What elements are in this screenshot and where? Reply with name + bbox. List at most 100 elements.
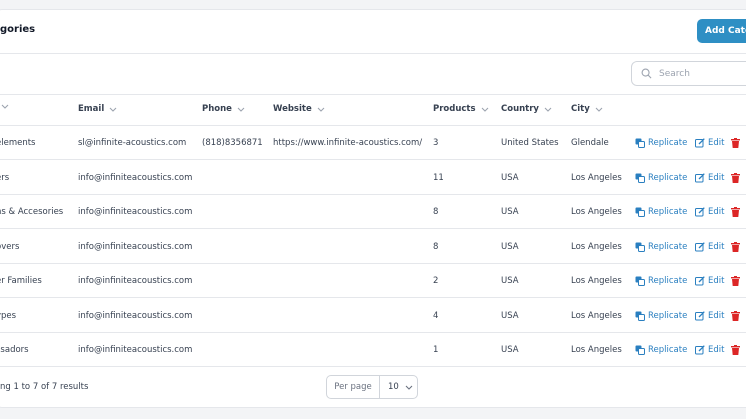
cell-name: ns & Accesories (0, 207, 64, 217)
edit-icon (695, 345, 705, 355)
add-category-button[interactable]: Add Categ (697, 19, 746, 43)
cell-country: USA (501, 242, 519, 252)
edit-icon (695, 311, 705, 321)
page-title: gories (0, 24, 36, 35)
edit-button[interactable]: Edit (695, 207, 724, 217)
replicate-icon (635, 311, 645, 321)
column-header-phone[interactable]: Phone (202, 104, 245, 114)
replicate-button[interactable]: Replicate (635, 207, 687, 217)
column-header-products[interactable]: Products (433, 104, 489, 114)
replicate-icon (635, 138, 645, 148)
replicate-icon (635, 345, 645, 355)
delete-button[interactable] (731, 173, 743, 183)
cell-city: Los Angeles (571, 311, 622, 321)
delete-button[interactable] (731, 207, 743, 217)
column-header-name[interactable] (0, 104, 9, 109)
delete-button[interactable] (731, 138, 743, 148)
trash-icon (731, 207, 740, 217)
cell-city: Los Angeles (571, 207, 622, 217)
edit-icon (695, 276, 705, 286)
column-header-city[interactable]: City (571, 104, 603, 114)
cell-email: info@infiniteacoustics.com (78, 311, 193, 321)
cell-city: Los Angeles (571, 173, 622, 183)
divider (0, 228, 746, 229)
cell-name: ers (0, 173, 10, 183)
cell-name: overs (0, 242, 20, 252)
cell-city: Glendale (571, 138, 609, 148)
replicate-button[interactable]: Replicate (635, 311, 687, 321)
cell-products: 4 (433, 311, 439, 321)
divider (0, 263, 746, 264)
search-input[interactable] (657, 67, 741, 80)
chevron-down-icon (1, 104, 9, 109)
replicate-button[interactable]: Replicate (635, 242, 687, 252)
cell-products: 11 (433, 173, 444, 183)
cell-country: USA (501, 173, 519, 183)
edit-icon (695, 138, 705, 148)
trash-icon (731, 276, 740, 286)
cell-products: 3 (433, 138, 439, 148)
edit-button[interactable]: Edit (695, 242, 724, 252)
cell-country: USA (501, 276, 519, 286)
replicate-icon (635, 173, 645, 183)
cell-products: 2 (433, 276, 439, 286)
cell-name: er Families (0, 276, 42, 286)
replicate-button[interactable]: Replicate (635, 276, 687, 286)
cell-email: info@infiniteacoustics.com (78, 173, 193, 183)
cell-phone: (818)8356871 (202, 138, 263, 148)
chevron-down-icon (544, 107, 552, 112)
cell-country: USA (501, 207, 519, 217)
edit-button[interactable]: Edit (695, 276, 724, 286)
replicate-button[interactable]: Replicate (635, 173, 687, 183)
delete-button[interactable] (731, 276, 743, 286)
per-page-label: Per page (327, 376, 380, 398)
edit-icon (695, 242, 705, 252)
edit-button[interactable]: Edit (695, 311, 724, 321)
delete-button[interactable] (731, 311, 743, 321)
results-summary: ng 1 to 7 of 7 results (0, 382, 89, 392)
cell-country: USA (501, 311, 519, 321)
cell-name: ypes (0, 311, 17, 321)
edit-button[interactable]: Edit (695, 138, 724, 148)
cell-email: info@infiniteacoustics.com (78, 345, 193, 355)
column-header-website[interactable]: Website (273, 104, 325, 114)
chevron-down-icon (405, 385, 413, 390)
divider (0, 297, 746, 298)
chevron-down-icon (481, 107, 488, 112)
cell-city: Los Angeles (571, 345, 622, 355)
trash-icon (731, 311, 740, 321)
replicate-button[interactable]: Replicate (635, 345, 687, 355)
chevron-down-icon (317, 107, 325, 112)
delete-button[interactable] (731, 345, 743, 355)
cell-email: info@infiniteacoustics.com (78, 242, 193, 252)
column-header-email[interactable]: Email (78, 104, 117, 114)
divider (0, 159, 746, 160)
per-page-value[interactable]: 10 (380, 376, 417, 398)
cell-country: USA (501, 345, 519, 355)
cell-country: United States (501, 138, 559, 148)
cell-email: sl@infinite-acoustics.com (78, 138, 187, 148)
column-header-country[interactable]: Country (501, 104, 552, 114)
edit-icon (695, 207, 705, 217)
chevron-down-icon (595, 107, 603, 112)
per-page-select[interactable]: Per page 10 (326, 375, 418, 399)
divider (0, 53, 746, 54)
cell-name: elements (0, 138, 36, 148)
cell-products: 1 (433, 345, 439, 355)
trash-icon (731, 242, 740, 252)
cell-website: https://www.infinite-acoustics.com/ (273, 138, 423, 148)
divider (0, 94, 746, 95)
edit-icon (695, 173, 705, 183)
cell-city: Los Angeles (571, 242, 622, 252)
trash-icon (731, 345, 740, 355)
replicate-icon (635, 242, 645, 252)
replicate-button[interactable]: Replicate (635, 138, 687, 148)
search-icon (641, 64, 652, 83)
edit-button[interactable]: Edit (695, 345, 724, 355)
search-field[interactable] (631, 61, 746, 86)
replicate-icon (635, 207, 645, 217)
edit-button[interactable]: Edit (695, 173, 724, 183)
cell-name: ssadors (0, 345, 29, 355)
delete-button[interactable] (731, 242, 743, 252)
cell-products: 8 (433, 207, 439, 217)
